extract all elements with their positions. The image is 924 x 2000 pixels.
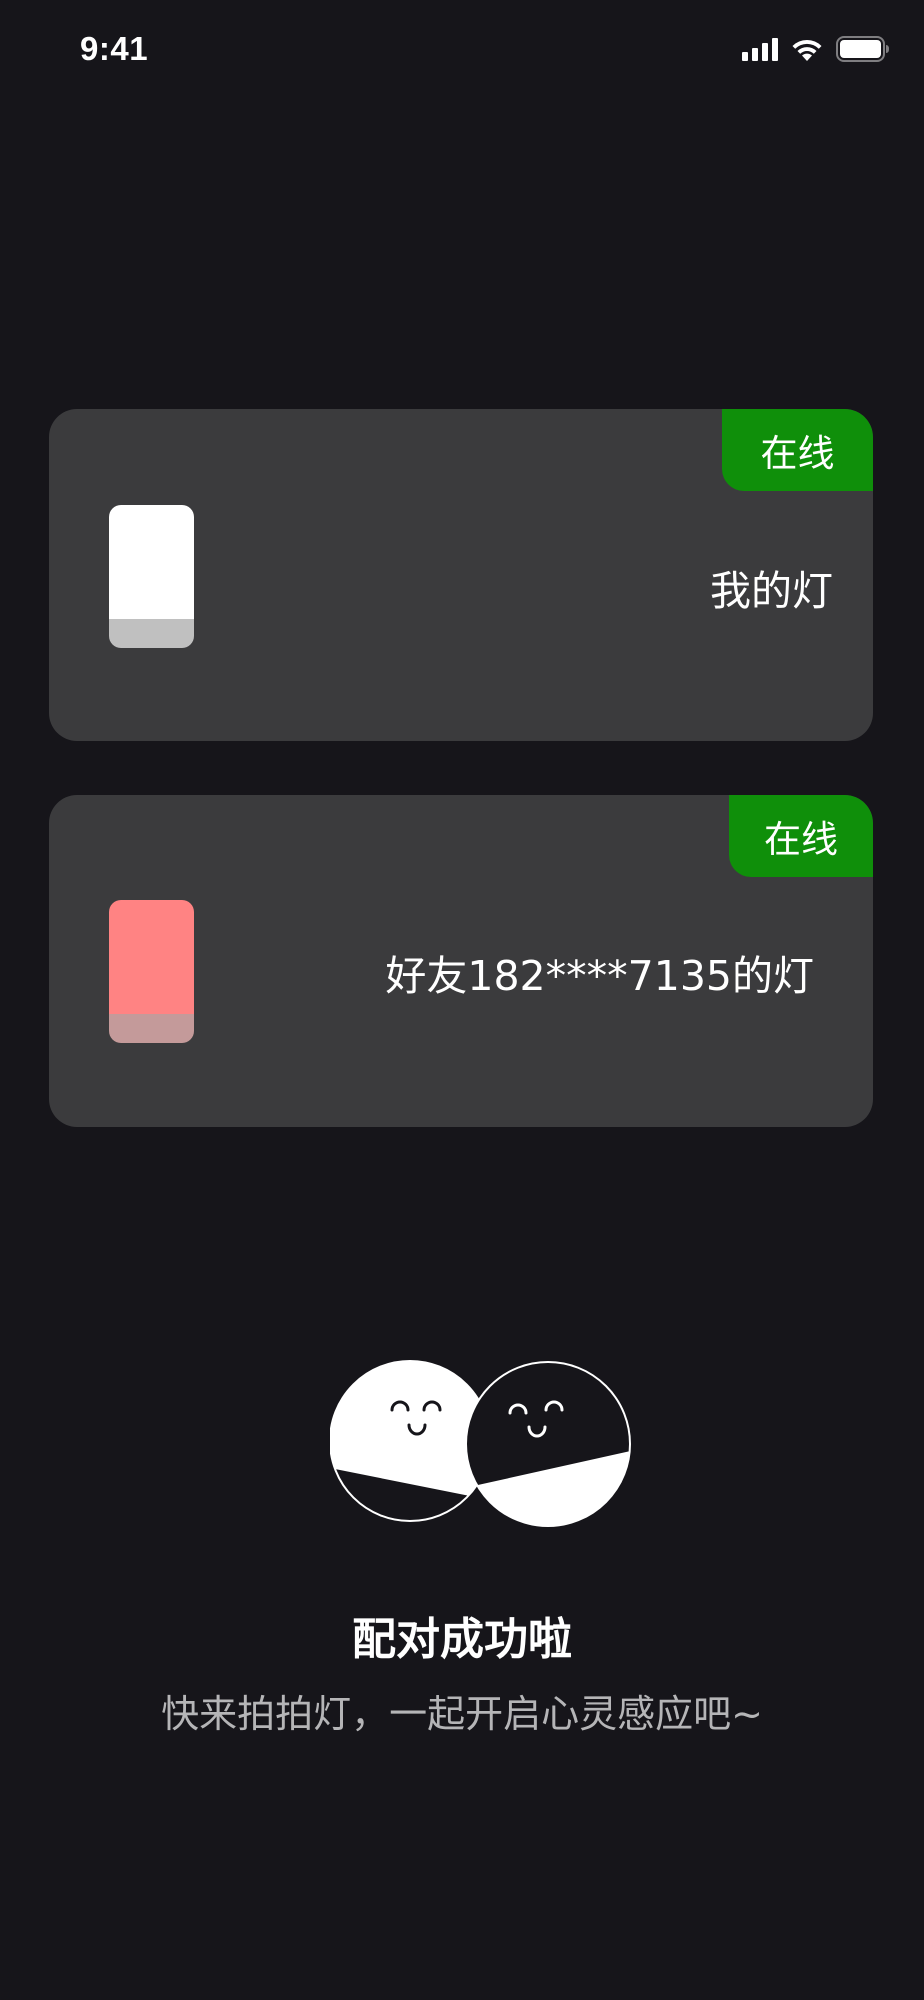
status-time: 9:41 bbox=[80, 30, 149, 67]
smiling-face-icon bbox=[465, 1361, 631, 1527]
success-subtitle: 快来拍拍灯，一起开启心灵感应吧~ bbox=[161, 1692, 763, 1736]
status-icons bbox=[742, 36, 890, 62]
status-bar: 9:41 bbox=[0, 0, 924, 100]
device-card-mine[interactable]: 在线 我的灯 bbox=[49, 409, 873, 741]
lamp-shade bbox=[109, 505, 194, 619]
device-name: 我的灯 bbox=[710, 567, 833, 615]
device-name: 好友182****7135的灯 bbox=[385, 952, 814, 1000]
paired-faces-illustration bbox=[329, 1355, 632, 1530]
lamp-shade bbox=[109, 900, 194, 1014]
lamp-icon bbox=[109, 505, 194, 648]
lamp-base bbox=[109, 619, 194, 648]
wifi-icon bbox=[790, 37, 824, 62]
signal-icon bbox=[742, 37, 778, 61]
lamp-icon bbox=[109, 900, 194, 1043]
pairing-success-screen: 9:41 在线 我的灯 在线 好友182****7135的灯 配对成功啦 快来拍… bbox=[0, 0, 924, 2000]
device-card-friend[interactable]: 在线 好友182****7135的灯 bbox=[49, 795, 873, 1127]
online-status-badge: 在线 bbox=[729, 795, 873, 877]
online-status-badge: 在线 bbox=[722, 409, 873, 491]
battery-icon bbox=[836, 36, 890, 62]
success-title: 配对成功啦 bbox=[352, 1614, 572, 1665]
lamp-base bbox=[109, 1014, 194, 1043]
